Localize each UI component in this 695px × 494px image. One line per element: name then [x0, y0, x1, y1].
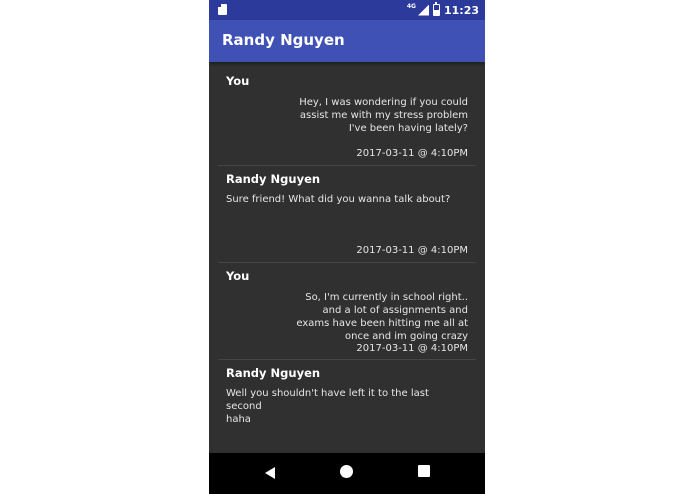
message-sender: Randy Nguyen: [226, 172, 321, 186]
signal-icon: [417, 4, 429, 16]
message-body: So, I'm currently in school right.. and …: [296, 292, 468, 342]
message-timestamp: 2017-03-11 @ 4:10PM: [356, 343, 468, 354]
phone-screen: 4G 11:23 Randy Nguyen You Hey, I was won…: [209, 0, 485, 494]
app-bar: Randy Nguyen: [209, 20, 485, 62]
message-body: Sure friend! What did you wanna talk abo…: [226, 194, 451, 205]
message-sender: Randy Nguyen: [226, 366, 321, 380]
navigation-bar: [209, 453, 485, 494]
message-timestamp: 2017-03-11 @ 4:10PM: [356, 245, 468, 256]
message-body: Well you shouldn't have left it to the l…: [226, 388, 429, 425]
sd-card-icon: [218, 4, 227, 15]
recents-icon[interactable]: [418, 465, 430, 477]
message-item[interactable]: Randy Nguyen Sure friend! What did you w…: [218, 166, 476, 262]
home-icon[interactable]: [340, 465, 353, 478]
status-bar: 4G 11:23: [209, 0, 485, 20]
message-timestamp: 2017-03-11 @ 4:10PM: [356, 148, 468, 159]
network-type-label: 4G: [406, 2, 416, 10]
message-sender: You: [226, 74, 250, 88]
message-body: Hey, I was wondering if you could assist…: [299, 97, 468, 134]
status-clock: 11:23: [443, 3, 479, 17]
conversation-title: Randy Nguyen: [222, 31, 345, 49]
message-item[interactable]: Randy Nguyen Well you shouldn't have lef…: [218, 360, 476, 453]
status-icons: 4G 11:23: [406, 2, 479, 17]
message-item[interactable]: You So, I'm currently in school right.. …: [218, 263, 476, 359]
back-icon[interactable]: [265, 467, 275, 479]
message-list[interactable]: You Hey, I was wondering if you could as…: [209, 62, 485, 453]
message-sender: You: [226, 269, 250, 283]
battery-icon: [432, 2, 440, 16]
message-item[interactable]: You Hey, I was wondering if you could as…: [218, 62, 476, 165]
